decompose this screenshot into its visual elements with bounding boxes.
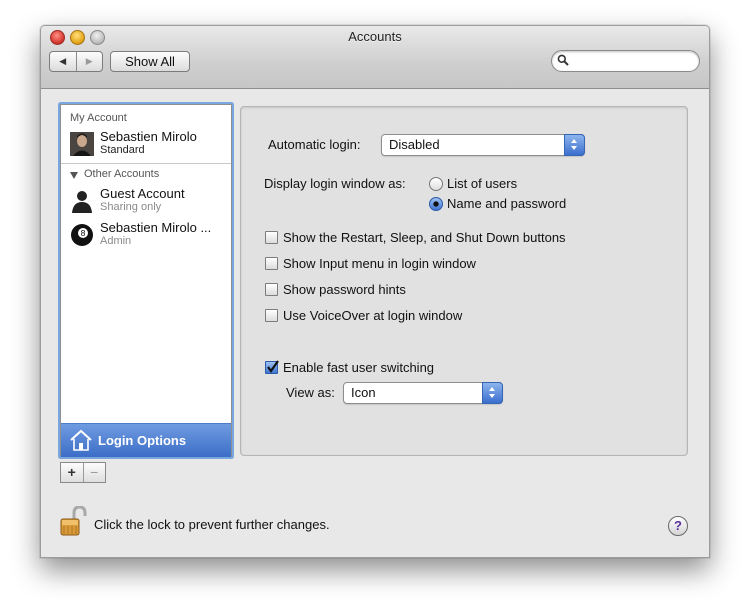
checkbox-fast-user-switching-label: Enable fast user switching xyxy=(283,360,435,375)
popup-arrows-icon xyxy=(564,134,585,156)
checkbox-show-input-menu-label: Show Input menu in login window xyxy=(283,256,476,271)
account-role: Sharing only xyxy=(100,201,162,213)
search-input[interactable] xyxy=(572,53,694,70)
radio-name-and-password-label: Name and password xyxy=(447,196,567,211)
radio-list-of-users-label: List of users xyxy=(447,176,518,191)
toolbar: Accounts ◀ ▶ Show All xyxy=(41,26,709,89)
view-as-label: View as: xyxy=(286,385,335,400)
account-row-sebastien-admin[interactable]: 8 Sebastien Mirolo ... Admin xyxy=(61,220,231,250)
checkbox-fast-user-switching[interactable] xyxy=(265,360,279,374)
login-options-label: Login Options xyxy=(98,433,187,448)
other-accounts-header: Other Accounts xyxy=(84,168,160,180)
account-row-guest[interactable]: Guest Account Sharing only xyxy=(61,186,231,216)
checkbox-use-voiceover[interactable] xyxy=(265,309,278,322)
user-photo-icon xyxy=(70,132,94,156)
my-account-header: My Account xyxy=(70,112,127,124)
login-options-item[interactable]: Login Options xyxy=(61,423,231,457)
view-as-popup[interactable]: Icon xyxy=(343,382,503,404)
checkbox-show-password-hints-label: Show password hints xyxy=(283,282,406,297)
unlocked-padlock-icon[interactable] xyxy=(60,506,88,536)
checkmark-icon xyxy=(267,360,279,373)
radio-name-and-password[interactable] xyxy=(429,197,443,211)
remove-account-button[interactable]: − xyxy=(82,463,106,482)
accounts-window: Accounts ◀ ▶ Show All My Account Sebasti… xyxy=(40,25,710,558)
checkbox-use-voiceover-label: Use VoiceOver at login window xyxy=(283,308,463,323)
disclosure-triangle-icon[interactable] xyxy=(70,172,78,179)
svg-text:8: 8 xyxy=(80,229,85,238)
popup-arrows-icon xyxy=(482,382,503,404)
back-button[interactable]: ◀ xyxy=(50,52,76,71)
account-name: Sebastien Mirolo xyxy=(100,129,197,144)
house-icon xyxy=(70,429,92,451)
eight-ball-icon: 8 xyxy=(71,224,93,246)
guest-silhouette-icon xyxy=(72,191,92,213)
checkbox-show-restart-buttons[interactable] xyxy=(265,231,278,244)
view-as-value: Icon xyxy=(351,385,376,400)
account-role: Admin xyxy=(100,235,132,247)
radio-list-of-users[interactable] xyxy=(429,177,443,191)
account-role: Standard xyxy=(100,144,145,156)
login-options-panel: Automatic login: Disabled Display login … xyxy=(240,106,688,456)
automatic-login-popup[interactable]: Disabled xyxy=(381,134,585,156)
add-account-button[interactable]: + xyxy=(61,463,83,482)
window-title: Accounts xyxy=(348,29,402,44)
automatic-login-value: Disabled xyxy=(389,137,440,152)
help-button[interactable]: ? xyxy=(668,516,688,536)
checkbox-show-input-menu[interactable] xyxy=(265,257,278,270)
account-row-sebastien-standard[interactable]: Sebastien Mirolo Standard xyxy=(61,129,231,159)
add-remove-buttons: + − xyxy=(60,462,106,483)
search-field[interactable] xyxy=(551,50,700,72)
list-divider xyxy=(61,163,231,164)
account-name: Sebastien Mirolo ... xyxy=(100,220,212,235)
display-login-label: Display login window as: xyxy=(264,176,406,191)
lock-message: Click the lock to prevent further change… xyxy=(94,517,330,532)
forward-button[interactable]: ▶ xyxy=(75,52,103,71)
account-name: Guest Account xyxy=(100,186,185,201)
navigation-buttons: ◀ ▶ xyxy=(49,51,103,72)
show-all-button[interactable]: Show All xyxy=(110,51,190,72)
checkbox-show-password-hints[interactable] xyxy=(265,283,278,296)
search-icon xyxy=(557,54,569,66)
checkbox-show-restart-buttons-label: Show the Restart, Sleep, and Shut Down b… xyxy=(283,230,566,245)
accounts-list: My Account Sebastien Mirolo Standard Oth… xyxy=(60,104,232,457)
automatic-login-label: Automatic login: xyxy=(268,137,361,152)
